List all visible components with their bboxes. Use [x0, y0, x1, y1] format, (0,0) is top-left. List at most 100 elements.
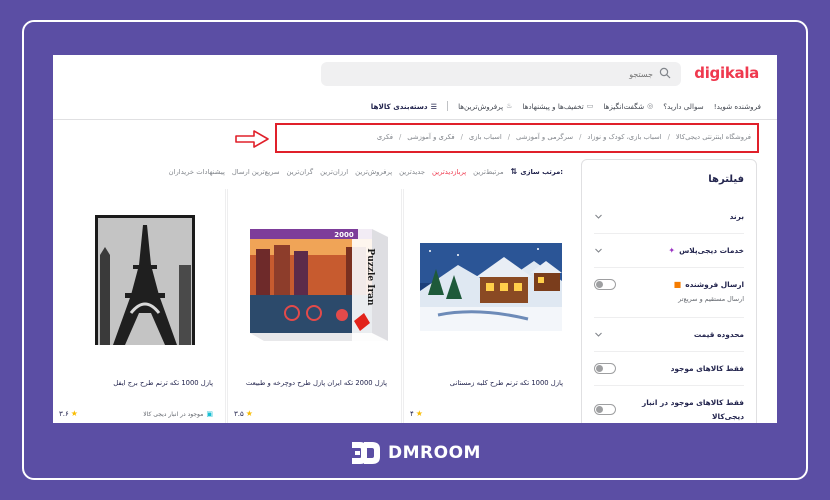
- nav-item-label: سوالی دارید؟: [663, 101, 704, 111]
- rating-value: ۳.۶: [59, 409, 69, 418]
- filter-only-warehouse-label: فقط کالاهای موجود در انبار: [642, 398, 744, 407]
- coupon-icon: ▭: [586, 102, 594, 110]
- filter-seller-shipping-text: ارسال فروشنده: [685, 280, 744, 289]
- nav-categories-label: دسته‌بندی کالاها: [370, 101, 428, 111]
- filter-only-warehouse: فقط کالاهای موجود در انبار دیجی‌کالا: [594, 386, 744, 423]
- breadcrumb-item[interactable]: فکری: [377, 133, 393, 141]
- sort-option[interactable]: مرتبط‌ترین: [473, 168, 504, 176]
- product-name[interactable]: پازل 2000 تکه ایران پازل طرح دوچرخه و طب…: [246, 379, 387, 387]
- filter-price-range-label: محدوده قیمت: [693, 330, 744, 339]
- product-image: [95, 215, 195, 345]
- sort-option[interactable]: گران‌ترین: [287, 168, 314, 176]
- product-image: 2000 Puzzle Iran: [250, 229, 388, 341]
- filter-only-warehouse-label-2: دیجی‌کالا: [712, 412, 744, 421]
- nav-item-bestsellers[interactable]: ♨ پرفروش‌ترین‌ها: [458, 102, 512, 111]
- nav-item-label: پرفروش‌ترین‌ها: [458, 101, 504, 111]
- warehouse-icon: ▣: [206, 410, 213, 418]
- stock-text: موجود در انبار دیجی کالا: [143, 410, 204, 418]
- breadcrumb-highlight: فروشگاه اینترنتی دیجی‌کالا / اسباب بازی،…: [275, 123, 759, 153]
- product-name[interactable]: پازل 1000 تکه ترنم طرح برج ایفل: [113, 379, 213, 387]
- product-rating: ۳.۵ ★: [234, 409, 253, 418]
- filters-title: فیلترها: [708, 174, 744, 185]
- digiplus-icon: ✦: [668, 246, 676, 255]
- product-name[interactable]: پازل 1000 تکه ترنم طرح کلبه زمستانی: [450, 379, 563, 387]
- filter-price-range[interactable]: محدوده قیمت: [594, 318, 744, 352]
- product-card[interactable]: 2000 Puzzle Iran پازل 2000 تکه ایران پاز…: [227, 189, 399, 423]
- nav-item-discounts[interactable]: ▭ تخفیف‌ها و پیشنهادها: [522, 102, 593, 111]
- breadcrumb-separator: /: [667, 133, 670, 141]
- nav-divider: [447, 101, 449, 111]
- breadcrumb-item[interactable]: فکری و آموزشی: [407, 133, 454, 141]
- filter-seller-shipping-sub: ارسال مستقیم و سریع‌تر: [678, 295, 744, 303]
- header-divider: [53, 119, 777, 120]
- sort-title: ⇅ مرتب سازی:: [511, 167, 563, 176]
- arrow-annotation-icon: [235, 130, 269, 148]
- dmroom-brand-text: DMROOM: [388, 443, 481, 463]
- filter-seller-shipping: ارسال فروشنده ■ ارسال مستقیم و سریع‌تر: [594, 268, 744, 318]
- box-label: Puzzle Iran: [365, 248, 375, 306]
- percent-icon: ◎: [647, 102, 654, 110]
- sort-option[interactable]: جدیدترین: [399, 168, 425, 176]
- sort-option-active[interactable]: پربازدیدترین: [432, 168, 466, 176]
- breadcrumb-separator: /: [579, 133, 582, 141]
- star-icon: ★: [70, 409, 78, 418]
- sort-option[interactable]: پرفروش‌ترین: [355, 168, 392, 176]
- only-warehouse-toggle[interactable]: [594, 404, 616, 415]
- menu-icon: ☰: [430, 101, 438, 111]
- sort-option[interactable]: ارزان‌ترین: [320, 168, 348, 176]
- star-icon: ★: [245, 409, 253, 418]
- breadcrumb-item[interactable]: اسباب بازی: [469, 133, 502, 141]
- star-icon: ★: [415, 409, 423, 418]
- chevron-down-icon: [595, 332, 602, 337]
- filter-seller-shipping-label: ارسال فروشنده ■: [674, 280, 744, 289]
- filter-brand[interactable]: برند: [594, 200, 744, 234]
- nav-item-label: شگفت‌انگیزها: [603, 101, 645, 111]
- nav-item-label: تخفیف‌ها و پیشنهادها: [522, 101, 584, 111]
- breadcrumb-item[interactable]: سرگرمی و آموزشی: [516, 133, 573, 141]
- sort-option[interactable]: پیشنهادات خریداران: [169, 168, 225, 176]
- digikala-screenshot: digikala ☰ دسته‌بندی کالاها ♨ پرفروش‌تری…: [53, 55, 777, 423]
- nav-item-label: فروشنده شوید!: [713, 101, 761, 111]
- search-input[interactable]: [353, 65, 653, 83]
- box-count: 2000: [334, 231, 354, 239]
- breadcrumb-separator: /: [460, 133, 463, 141]
- chevron-down-icon: [595, 214, 602, 219]
- product-grid: پازل 1000 تکه ترنم طرح کلبه زمستانی ۴ ★: [53, 189, 575, 423]
- card-divider: [401, 189, 402, 423]
- search-bar[interactable]: [321, 62, 681, 86]
- filter-digiplus-text: خدمات دیجی‌پلاس: [679, 246, 744, 255]
- product-image: [418, 241, 564, 333]
- filter-only-available: فقط کالاهای موجود: [594, 352, 744, 386]
- search-icon: [659, 67, 671, 79]
- nav-item-become-seller[interactable]: فروشنده شوید!: [714, 102, 761, 111]
- product-rating: ۳.۶ ★: [59, 409, 78, 418]
- nav-item-amazing[interactable]: ◎ شگفت‌انگیزها: [603, 102, 653, 111]
- chevron-down-icon: [595, 248, 602, 253]
- product-rating: ۴ ★: [410, 409, 423, 418]
- dmroom-logo-icon: [352, 442, 380, 464]
- dmroom-brand: DMROOM: [350, 440, 481, 466]
- filter-only-available-label: فقط کالاهای موجود: [670, 364, 744, 373]
- product-stock: موجود در انبار دیجی کالا ▣: [143, 410, 213, 418]
- only-available-toggle[interactable]: [594, 363, 616, 374]
- card-divider: [225, 189, 226, 423]
- breadcrumb-item[interactable]: اسباب بازی، کودک و نوزاد: [587, 133, 661, 141]
- filter-digiplus-label: خدمات دیجی‌پلاس ✦: [668, 246, 744, 255]
- product-card[interactable]: پازل 1000 تکه ترنم طرح کلبه زمستانی ۴ ★: [403, 189, 575, 423]
- rating-value: ۴: [410, 409, 414, 418]
- nav-item-faq[interactable]: سوالی دارید؟: [663, 102, 703, 111]
- truck-icon: ■: [673, 280, 682, 289]
- breadcrumb-separator: /: [507, 133, 511, 141]
- product-card[interactable]: پازل 1000 تکه ترنم طرح برج ایفل موجود در…: [53, 189, 225, 423]
- breadcrumb-item[interactable]: فروشگاه اینترنتی دیجی‌کالا: [676, 133, 751, 141]
- seller-shipping-toggle[interactable]: [594, 279, 616, 290]
- sort-option[interactable]: سریع‌ترین ارسال: [232, 168, 280, 176]
- main-nav: ☰ دسته‌بندی کالاها ♨ پرفروش‌ترین‌ها ▭ تخ…: [371, 99, 761, 113]
- sort-icon: ⇅: [510, 167, 518, 176]
- filter-digiplus[interactable]: خدمات دیجی‌پلاس ✦: [594, 234, 744, 268]
- rating-value: ۳.۵: [234, 409, 244, 418]
- breadcrumb: فروشگاه اینترنتی دیجی‌کالا / اسباب بازی،…: [377, 133, 751, 141]
- nav-categories[interactable]: ☰ دسته‌بندی کالاها: [371, 102, 437, 111]
- digikala-logo[interactable]: digikala: [694, 64, 759, 82]
- sort-bar: ⇅ مرتب سازی: مرتبط‌ترین پربازدیدترین جدی…: [169, 167, 563, 176]
